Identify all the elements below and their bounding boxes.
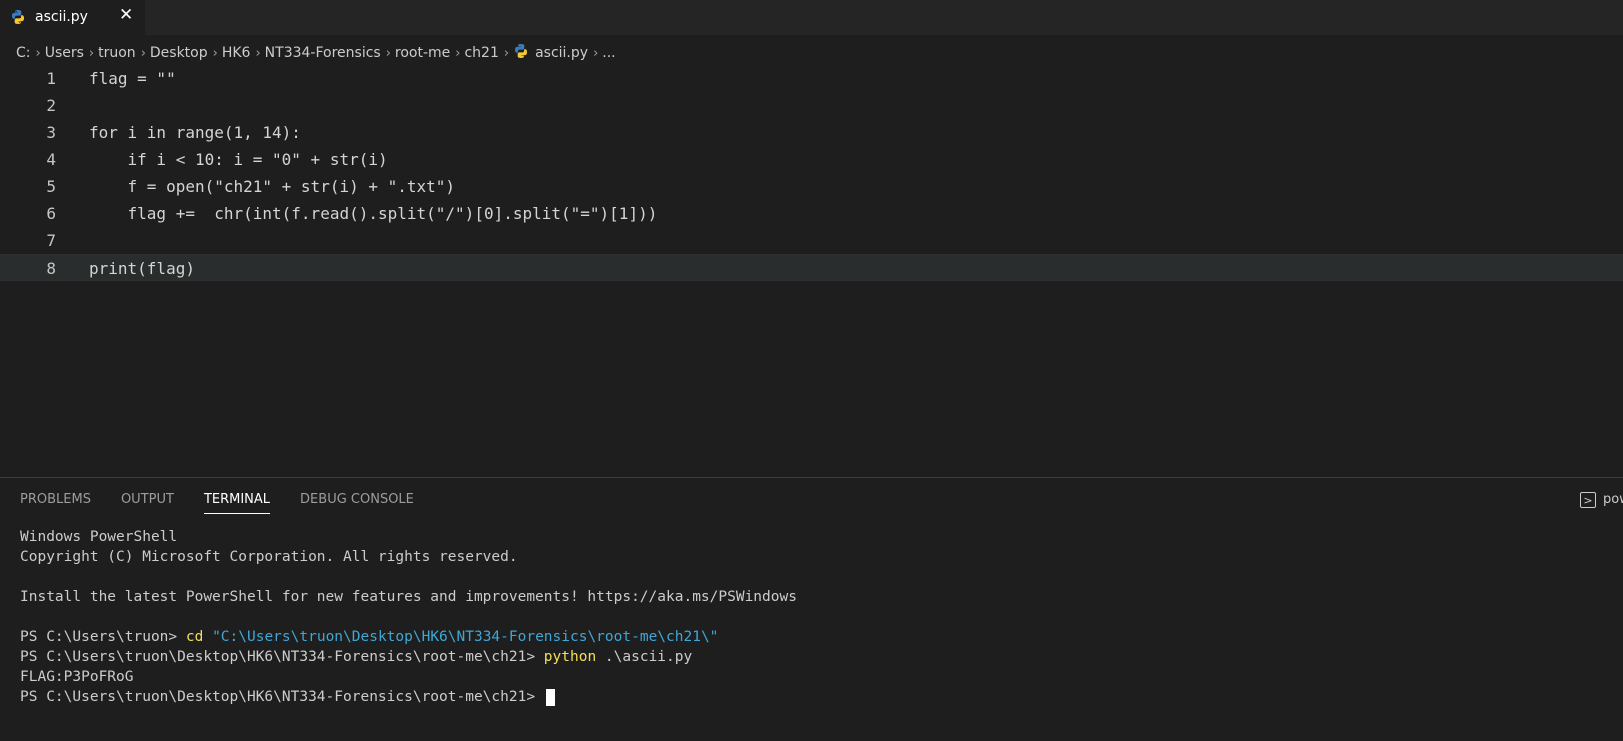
code-text: if i < 10: i = "0" + str(i) bbox=[89, 150, 388, 169]
line-number: 8 bbox=[46, 259, 56, 278]
tab-bar: ascii.py ✕ bbox=[0, 0, 1623, 35]
terminal-output-line: FLAG:P3PoFRoG bbox=[20, 669, 134, 685]
code-text: flag += chr(int(f.read().split("/")[0].s… bbox=[89, 204, 658, 223]
code-line: 2 bbox=[0, 92, 1623, 119]
chevron-right-icon: › bbox=[593, 45, 599, 61]
code-line: 1 flag = "" bbox=[0, 65, 1623, 92]
breadcrumb-item[interactable]: Users bbox=[45, 45, 84, 61]
code-line: 4 if i < 10: i = "0" + str(i) bbox=[0, 146, 1623, 173]
terminal-prompt: PS C:\Users\truon\Desktop\HK6\NT334-Fore… bbox=[20, 649, 544, 665]
code-line: 6 flag += chr(int(f.read().split("/")[0]… bbox=[0, 200, 1623, 227]
line-number: 2 bbox=[46, 96, 56, 115]
terminal-command: cd bbox=[185, 629, 204, 645]
tab-problems[interactable]: PROBLEMS bbox=[20, 492, 91, 514]
breadcrumb-item[interactable]: truon bbox=[98, 45, 136, 61]
bottom-panel: PROBLEMS OUTPUT TERMINAL DEBUG CONSOLE >… bbox=[0, 477, 1623, 741]
code-line: 3 for i in range(1, 14): bbox=[0, 119, 1623, 146]
chevron-right-icon: › bbox=[455, 45, 461, 61]
breadcrumb-item[interactable]: Desktop bbox=[150, 45, 208, 61]
chevron-right-icon: › bbox=[212, 45, 218, 61]
code-line: 5 f = open("ch21" + str(i) + ".txt") bbox=[0, 173, 1623, 200]
tab-terminal[interactable]: TERMINAL bbox=[203, 492, 271, 514]
terminal-line: Copyright (C) Microsoft Corporation. All… bbox=[20, 549, 518, 565]
tab-output[interactable]: OUTPUT bbox=[121, 492, 174, 514]
breadcrumb-item[interactable]: ch21 bbox=[464, 45, 498, 61]
code-text: print(flag) bbox=[89, 259, 195, 278]
terminal-cursor bbox=[545, 688, 555, 706]
chevron-right-icon: › bbox=[255, 45, 261, 61]
terminal-line: Install the latest PowerShell for new fe… bbox=[20, 589, 797, 605]
terminal-argument: .\ascii.py bbox=[596, 649, 693, 665]
close-icon[interactable]: ✕ bbox=[119, 5, 133, 25]
breadcrumb-item[interactable]: ... bbox=[602, 45, 615, 61]
breadcrumb-item[interactable]: C: bbox=[16, 45, 31, 61]
chevron-right-icon: › bbox=[88, 45, 95, 61]
breadcrumb: C: › Users › truon › Desktop › HK6 › NT334-Fo… bbox=[16, 42, 616, 64]
terminal-argument: "C:\Users\truon\Desktop\HK6\NT334-Forens… bbox=[212, 629, 719, 645]
terminal-input-line[interactable]: PS C:\Users\truon\Desktop\HK6\NT334-Fore… bbox=[20, 687, 797, 707]
terminal-line: Windows PowerShell bbox=[20, 529, 178, 545]
chevron-right-icon: › bbox=[503, 45, 510, 61]
python-icon bbox=[10, 9, 26, 29]
breadcrumb-item[interactable]: NT334-Forensics bbox=[265, 45, 381, 61]
terminal-prompt: PS C:\Users\truon\Desktop\HK6\NT334-Fore… bbox=[20, 689, 544, 705]
code-line-current: 8 print(flag) bbox=[0, 254, 1623, 281]
line-number: 3 bbox=[46, 123, 56, 142]
breadcrumb-item[interactable]: root-me bbox=[395, 45, 450, 61]
code-text: flag = "" bbox=[89, 69, 176, 88]
tab-label: ascii.py bbox=[35, 9, 88, 25]
chevron-right-icon: › bbox=[35, 45, 41, 61]
code-text: for i in range(1, 14): bbox=[89, 123, 301, 142]
terminal-output[interactable]: Windows PowerShell Copyright (C) Microso… bbox=[20, 527, 797, 707]
line-number: 4 bbox=[46, 150, 56, 169]
breadcrumb-item[interactable]: HK6 bbox=[222, 45, 251, 61]
panel-tabs: PROBLEMS OUTPUT TERMINAL DEBUG CONSOLE bbox=[20, 492, 444, 514]
code-editor[interactable]: 1 flag = "" 2 3 for i in range(1, 14): 4… bbox=[0, 65, 1623, 475]
tab-ascii-py[interactable]: ascii.py ✕ bbox=[0, 0, 145, 35]
terminal-instance-label[interactable]: pow bbox=[1603, 492, 1623, 507]
line-number: 1 bbox=[46, 69, 56, 88]
terminal-icon[interactable]: > bbox=[1580, 492, 1596, 508]
line-number: 5 bbox=[46, 177, 56, 196]
tab-debug-console[interactable]: DEBUG CONSOLE bbox=[300, 492, 414, 514]
line-number: 6 bbox=[46, 204, 56, 223]
terminal-command: python bbox=[543, 649, 597, 665]
terminal-command-line: PS C:\Users\truon> cd "C:\Users\truon\De… bbox=[20, 627, 797, 647]
breadcrumb-item[interactable]: ascii.py bbox=[535, 45, 588, 61]
code-text: f = open("ch21" + str(i) + ".txt") bbox=[89, 177, 456, 196]
chevron-right-icon: › bbox=[385, 45, 391, 61]
line-number: 7 bbox=[46, 231, 56, 250]
chevron-right-icon: › bbox=[140, 45, 146, 61]
terminal-prompt: PS C:\Users\truon> bbox=[20, 629, 186, 645]
code-line: 7 bbox=[0, 227, 1623, 254]
python-icon bbox=[513, 43, 529, 63]
terminal-command-line: PS C:\Users\truon\Desktop\HK6\NT334-Fore… bbox=[20, 647, 797, 667]
